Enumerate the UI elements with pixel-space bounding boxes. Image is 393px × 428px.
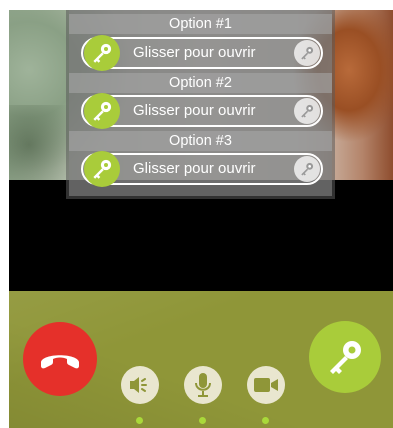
slider-label: Glisser pour ouvrir <box>133 102 256 119</box>
speaker-icon <box>130 377 147 393</box>
key-icon <box>301 46 314 60</box>
video-shadow <box>9 105 69 180</box>
slide-to-open-slider[interactable]: Glisser pour ouvrir <box>81 151 323 187</box>
slider-target <box>294 98 320 124</box>
slider-target <box>294 40 320 66</box>
key-icon <box>330 341 361 374</box>
microphone-icon <box>195 373 211 397</box>
key-icon <box>93 101 112 121</box>
slider-knob[interactable] <box>84 35 120 71</box>
slider-label: Glisser pour ouvrir <box>133 44 256 61</box>
key-icon <box>301 162 314 176</box>
call-control-bar <box>9 291 393 428</box>
slide-to-open-slider[interactable]: Glisser pour ouvrir <box>81 35 323 71</box>
slider-target <box>294 156 320 182</box>
camera-button[interactable] <box>247 366 285 404</box>
key-icon <box>301 104 314 118</box>
unlock-button[interactable] <box>309 321 381 393</box>
camera-indicator-dot <box>262 417 269 424</box>
slider-label: Glisser pour ouvrir <box>133 160 256 177</box>
open-options-panel: Option #1 Glisser pour ouvrir Option #2 <box>69 10 332 196</box>
hangup-button[interactable] <box>23 322 97 396</box>
phone-hangup-icon <box>41 355 79 369</box>
microphone-indicator-dot <box>199 417 206 424</box>
option-title: Option #2 <box>69 73 332 93</box>
speaker-indicator-dot <box>136 417 143 424</box>
key-icon <box>93 159 112 179</box>
intercom-call-screen: Option #1 Glisser pour ouvrir Option #2 <box>9 10 393 428</box>
slider-knob[interactable] <box>84 151 120 187</box>
option-title: Option #1 <box>69 14 332 34</box>
slider-knob[interactable] <box>84 93 120 129</box>
video-camera-icon <box>254 378 278 392</box>
key-icon <box>93 43 112 63</box>
speaker-button[interactable] <box>121 366 159 404</box>
option-title: Option #3 <box>69 131 332 151</box>
microphone-button[interactable] <box>184 366 222 404</box>
slide-to-open-slider[interactable]: Glisser pour ouvrir <box>81 93 323 129</box>
video-letterbox <box>9 180 393 291</box>
